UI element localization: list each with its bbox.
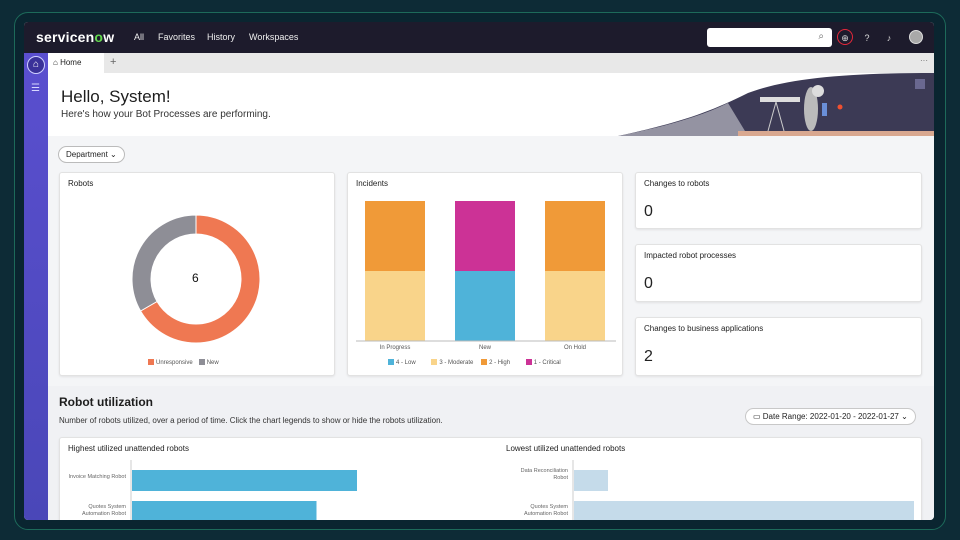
bar-quotes-system-automation-robot[interactable]	[574, 501, 914, 520]
donut-slice-new[interactable]	[131, 214, 197, 312]
bar-invoice-matching-robot[interactable]	[132, 470, 357, 491]
legend-swatch	[481, 359, 488, 365]
close-banner-icon	[915, 79, 925, 89]
tab-home-label: Home	[60, 58, 82, 67]
incidents-bar-chart: In Progress New On Hold	[356, 201, 616, 351]
date-range-picker[interactable]: ▭ Date Range: 2022-01-20 - 2022-01-27 ⌄	[745, 408, 916, 425]
utilization-description: Number of robots utilized, over a period…	[59, 416, 443, 425]
stat-title: Changes to business applications	[644, 324, 764, 333]
incidents-card: Incidents In Progress New On Hold 4 - Low …	[347, 172, 623, 376]
nav-history[interactable]: History	[207, 32, 235, 42]
bar-new-low[interactable]	[455, 271, 515, 341]
more-options-button[interactable]: ···	[920, 56, 928, 65]
incidents-legend: 4 - Low 3 - Moderate 2 - High 1 - Critic…	[382, 359, 561, 366]
stat-card-impacted-processes[interactable]: Impacted robot processes 0	[635, 244, 922, 302]
sidebar: ⌂ ☰	[24, 53, 48, 520]
bar-on-hold-high[interactable]	[545, 201, 605, 271]
menu-icon[interactable]: ☰	[31, 83, 40, 94]
robot-utilization-section: Robot utilization Number of robots utili…	[48, 386, 934, 520]
legend-critical[interactable]: 1 - Critical	[534, 360, 561, 366]
bar-on-hold-moderate[interactable]	[545, 271, 605, 341]
tab-home[interactable]: ⌂ Home	[48, 53, 104, 73]
app-window: servicenow All Favorites History Workspa…	[24, 22, 934, 520]
x-tick-label: In Progress	[380, 345, 411, 351]
utilization-bar-charts	[130, 460, 914, 520]
user-avatar[interactable]	[909, 30, 923, 44]
legend-swatch	[148, 359, 154, 365]
nav-all[interactable]: All	[134, 32, 144, 42]
legend-new[interactable]: New	[207, 360, 219, 366]
utilization-title: Robot utilization	[59, 395, 153, 409]
logo-w: w	[103, 29, 115, 45]
robots-card: Robots 6 Unresponsive New	[59, 172, 335, 376]
page-title: Hello, System!	[61, 87, 171, 106]
add-tab-button[interactable]: +	[110, 56, 116, 68]
help-icon[interactable]: ?	[859, 30, 875, 46]
robots-total: 6	[192, 271, 199, 285]
tab-bar: ⌂ Home + ···	[48, 53, 934, 73]
robots-legend: Unresponsive New	[142, 359, 219, 366]
stat-value: 0	[644, 275, 653, 292]
nav-workspaces[interactable]: Workspaces	[249, 32, 298, 42]
legend-swatch	[198, 359, 205, 365]
bar-quotes-system-automation-robot[interactable]	[132, 501, 317, 520]
legend-swatch	[525, 359, 532, 365]
x-tick-label: New	[479, 345, 492, 351]
calendar-icon: ▭	[753, 412, 763, 421]
stat-card-business-apps[interactable]: Changes to business applications 2	[635, 317, 922, 376]
bar-new-critical[interactable]	[455, 201, 515, 271]
bar-in-progress-high[interactable]	[365, 201, 425, 271]
top-navigation: servicenow All Favorites History Workspa…	[24, 22, 934, 53]
department-filter[interactable]: Department ⌄	[58, 146, 125, 163]
x-tick-label: On Hold	[564, 345, 586, 351]
main-content: Hello, System! Here's how your Bot Proce…	[48, 73, 934, 520]
chevron-down-icon: ⌄	[110, 150, 117, 159]
legend-swatch	[431, 359, 438, 365]
legend-unresponsive[interactable]: Unresponsive	[156, 360, 193, 366]
global-search-input[interactable]: ⌕	[707, 28, 832, 47]
bar-in-progress-moderate[interactable]	[365, 271, 425, 341]
legend-swatch	[388, 359, 394, 365]
department-label: Department	[66, 150, 108, 159]
stat-value: 0	[644, 203, 653, 220]
hero-banner: Hello, System! Here's how your Bot Proce…	[48, 73, 934, 136]
globe-icon[interactable]: ⊕	[837, 29, 853, 45]
chevron-down-icon: ⌄	[901, 412, 908, 421]
page-subtitle: Here's how your Bot Processes are perfor…	[61, 109, 271, 120]
logo-text: servicen	[36, 29, 95, 45]
legend-low[interactable]: 4 - Low	[396, 360, 416, 366]
search-icon: ⌕	[818, 31, 824, 42]
home-icon[interactable]: ⌂	[27, 56, 45, 74]
bar-data-reconciliation-robot[interactable]	[574, 470, 608, 491]
bell-icon[interactable]: ♪	[881, 30, 897, 46]
servicenow-logo[interactable]: servicenow	[36, 29, 114, 45]
stat-value: 2	[644, 348, 653, 365]
legend-moderate[interactable]: 3 - Moderate	[439, 360, 473, 366]
utilization-card: Highest utilized unattended robots Lowes…	[59, 437, 922, 520]
nav-favorites[interactable]: Favorites	[158, 32, 195, 42]
logo-o: o	[94, 29, 104, 45]
stat-title: Changes to robots	[644, 179, 710, 188]
stat-card-changes-robots[interactable]: Changes to robots 0	[635, 172, 922, 229]
legend-high[interactable]: 2 - High	[489, 360, 510, 366]
stat-title: Impacted robot processes	[644, 251, 737, 260]
astronaut-illustration	[618, 73, 934, 136]
date-range-label: Date Range: 2022-01-20 - 2022-01-27	[762, 412, 899, 421]
home-tab-icon: ⌂	[53, 58, 61, 67]
